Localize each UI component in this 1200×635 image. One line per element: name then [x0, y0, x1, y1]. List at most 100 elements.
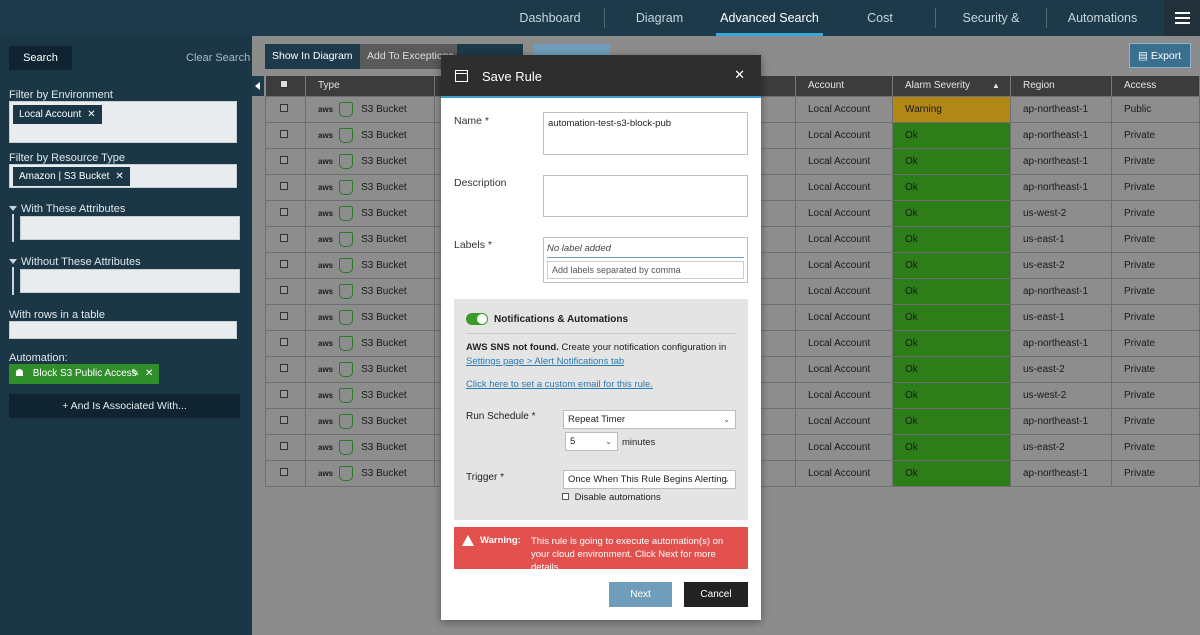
- aws-logo-icon: aws: [318, 312, 334, 322]
- region-column-header[interactable]: Region: [1010, 76, 1112, 96]
- collapse-caret-icon[interactable]: [9, 206, 17, 211]
- notifications-panel: Notifications & Automations AWS SNS not …: [454, 299, 748, 520]
- settings-link[interactable]: Settings page > Alert Notifications tab: [466, 355, 624, 368]
- access-cell: Private: [1111, 381, 1200, 409]
- row-checkbox[interactable]: [280, 103, 288, 112]
- remove-tag-icon[interactable]: ✕: [145, 364, 153, 384]
- description-field[interactable]: [543, 175, 748, 217]
- resource-type-tag: Amazon | S3 Bucket ✕: [13, 167, 130, 186]
- environment-tag: Local Account ✕: [13, 105, 102, 124]
- edit-pencil-icon[interactable]: ✎: [131, 364, 139, 384]
- type-column-header[interactable]: Type: [305, 76, 435, 96]
- clear-search-link[interactable]: Clear Search: [186, 52, 250, 64]
- row-checkbox[interactable]: [280, 415, 288, 424]
- row-checkbox[interactable]: [280, 311, 288, 320]
- account-cell: Local Account: [795, 173, 893, 201]
- nav-diagram[interactable]: Diagram: [612, 0, 707, 36]
- sort-asc-icon: ▲: [992, 81, 1000, 91]
- aws-logo-icon: aws: [318, 260, 334, 270]
- account-cell: Local Account: [795, 225, 893, 253]
- close-icon[interactable]: ✕: [734, 67, 745, 83]
- alarm-severity-cell: Ok: [892, 381, 1011, 409]
- collapse-caret-icon[interactable]: [9, 259, 17, 264]
- row-checkbox[interactable]: [280, 155, 288, 164]
- alarm-severity-header-label: Alarm Severity: [905, 80, 971, 92]
- row-checkbox[interactable]: [280, 467, 288, 476]
- name-field[interactable]: automation-test-s3-block-pub: [543, 112, 748, 155]
- type-label: S3 Bucket: [361, 363, 407, 375]
- type-cell: aws S3 Bucket: [305, 303, 435, 331]
- labels-divider: [547, 257, 744, 258]
- rows-in-table-input[interactable]: [9, 321, 237, 339]
- with-attributes-input[interactable]: [20, 216, 240, 240]
- minutes-select[interactable]: 5 ⌄: [565, 432, 618, 451]
- run-schedule-value: Repeat Timer: [568, 414, 626, 425]
- trigger-select[interactable]: Once When This Rule Begins Alerting ⌄: [563, 470, 736, 489]
- type-cell: aws S3 Bucket: [305, 381, 435, 409]
- remove-tag-icon[interactable]: ✕: [87, 109, 95, 120]
- search-button[interactable]: Search: [9, 46, 72, 70]
- nav-advanced-search[interactable]: Advanced Search: [716, 0, 823, 36]
- cancel-button[interactable]: Cancel: [684, 582, 748, 607]
- row-checkbox[interactable]: [280, 441, 288, 450]
- description-label: Description: [454, 177, 507, 189]
- custom-email-link[interactable]: Click here to set a custom email for thi…: [466, 378, 653, 391]
- access-cell: Private: [1111, 173, 1200, 201]
- associated-with-button[interactable]: + And Is Associated With...: [9, 394, 240, 418]
- next-button[interactable]: Next: [609, 582, 672, 607]
- row-checkbox[interactable]: [280, 363, 288, 372]
- modal-header: Save Rule ✕: [441, 55, 761, 98]
- row-select-cell: [265, 407, 306, 435]
- account-column-header[interactable]: Account: [795, 76, 893, 96]
- nav-security-compliance[interactable]: Security & Compliance: [937, 0, 1045, 61]
- access-cell: Private: [1111, 121, 1200, 149]
- nav-cost[interactable]: Cost: [830, 0, 930, 36]
- row-checkbox[interactable]: [280, 181, 288, 190]
- automation-label: Automation:: [9, 352, 68, 364]
- environment-filter-box[interactable]: Local Account ✕: [9, 101, 237, 143]
- row-checkbox[interactable]: [280, 233, 288, 242]
- access-cell: Private: [1111, 147, 1200, 175]
- collapse-sidebar-icon[interactable]: [252, 76, 264, 96]
- menu-icon[interactable]: [1164, 0, 1200, 36]
- show-in-diagram-button[interactable]: Show In Diagram: [265, 44, 360, 69]
- alarm-severity-cell: Ok: [892, 355, 1011, 383]
- row-checkbox[interactable]: [280, 389, 288, 398]
- alarm-severity-cell: Ok: [892, 459, 1011, 487]
- account-cell: Local Account: [795, 199, 893, 227]
- disable-automations-checkbox[interactable]: [562, 493, 569, 500]
- filter-resource-type-label: Filter by Resource Type: [9, 152, 125, 164]
- robot-icon: ☗: [15, 368, 24, 379]
- labels-input[interactable]: Add labels separated by comma: [547, 261, 744, 279]
- account-cell: Local Account: [795, 95, 893, 123]
- remove-tag-icon[interactable]: ✕: [115, 171, 123, 182]
- access-cell: Private: [1111, 329, 1200, 357]
- aws-logo-icon: aws: [318, 286, 334, 296]
- labels-box[interactable]: No label added Add labels separated by c…: [543, 237, 748, 283]
- row-checkbox[interactable]: [280, 207, 288, 216]
- run-schedule-label: Run Schedule *: [466, 411, 536, 422]
- warning-icon: [462, 535, 474, 546]
- alarm-severity-cell: Ok: [892, 251, 1011, 279]
- notifications-toggle[interactable]: [466, 313, 488, 325]
- panel-divider: [466, 333, 736, 334]
- without-attributes-input[interactable]: [20, 269, 240, 293]
- export-button[interactable]: ▤ Export: [1129, 43, 1191, 68]
- alarm-severity-column-header[interactable]: Alarm Severity ▲: [892, 76, 1011, 96]
- trigger-value: Once When This Rule Begins Alerting: [568, 474, 727, 485]
- select-all-checkbox[interactable]: [279, 80, 288, 89]
- type-label: S3 Bucket: [361, 181, 407, 193]
- row-checkbox[interactable]: [280, 337, 288, 346]
- account-cell: Local Account: [795, 251, 893, 279]
- resource-type-filter-box[interactable]: Amazon | S3 Bucket ✕: [9, 164, 237, 188]
- row-checkbox[interactable]: [280, 129, 288, 138]
- account-cell: Local Account: [795, 121, 893, 149]
- type-label: S3 Bucket: [361, 129, 407, 141]
- chevron-down-icon: ⌄: [723, 415, 730, 424]
- access-column-header[interactable]: Access: [1111, 76, 1200, 96]
- row-checkbox[interactable]: [280, 285, 288, 294]
- run-schedule-select[interactable]: Repeat Timer ⌄: [563, 410, 736, 429]
- nav-dashboard[interactable]: Dashboard: [500, 0, 600, 36]
- nav-automations[interactable]: Automations: [1055, 0, 1150, 36]
- row-checkbox[interactable]: [280, 259, 288, 268]
